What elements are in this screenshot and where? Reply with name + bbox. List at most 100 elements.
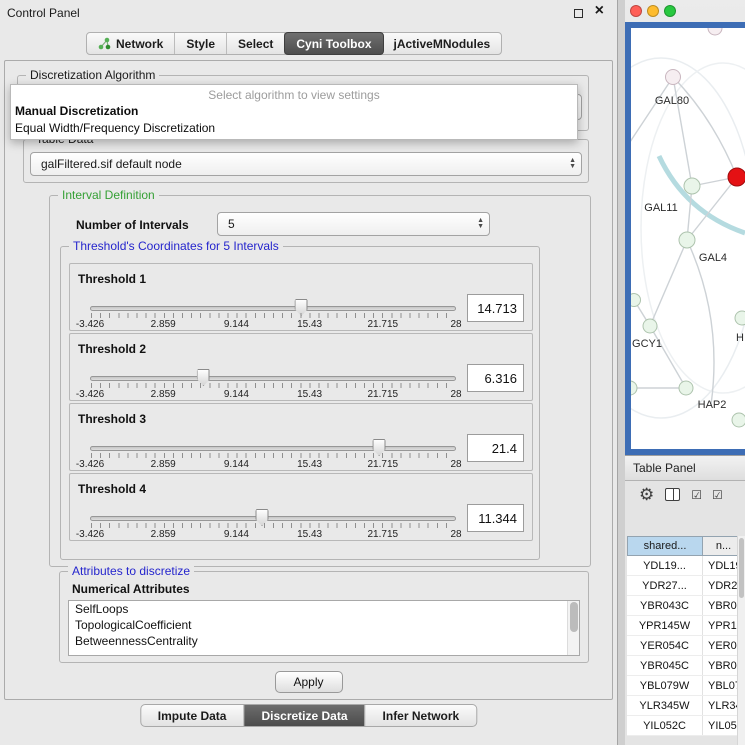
threshold-2-slider[interactable]: -3.4262.8599.14415.4321.71528 [90, 368, 456, 400]
tab-discretize-data[interactable]: Discretize Data [244, 705, 365, 726]
number-of-intervals-label: Number of Intervals [76, 218, 189, 232]
close-traffic-icon[interactable] [630, 5, 642, 17]
screen: Control Panel × Network Style Select Cyn… [0, 0, 745, 745]
group-title: Threshold's Coordinates for 5 Intervals [69, 239, 283, 253]
scrollbar-thumb[interactable] [570, 602, 578, 632]
table-data-combobox[interactable]: galFiltered.sif default node ▲▼ [30, 152, 582, 176]
threshold-value-field[interactable]: 6.316 [467, 364, 524, 392]
dropdown-option-equal-width[interactable]: Equal Width/Frequency Discretization [11, 120, 577, 137]
table-cell[interactable]: YBR043C [627, 596, 703, 615]
table-cell[interactable]: YBR045C [627, 656, 703, 675]
threshold-1-slider[interactable]: -3.4262.8599.14415.4321.71528 [90, 298, 456, 330]
dropdown-option-manual-discretization[interactable]: Manual Discretization [11, 103, 577, 120]
scrollbar-thumb[interactable] [739, 538, 744, 598]
close-icon[interactable]: × [595, 2, 604, 20]
slider-track[interactable] [90, 306, 456, 311]
tab-label: Style [186, 37, 215, 51]
network-icon [98, 37, 111, 50]
list-scrollbar[interactable] [567, 601, 579, 655]
threshold-value-field[interactable]: 14.713 [467, 294, 524, 322]
algorithm-dropdown-popup: Select algorithm to view settings Manual… [10, 84, 578, 140]
network-node-hap2[interactable] [679, 381, 693, 395]
select-all-check-icon[interactable]: ☑ [691, 489, 701, 501]
table-panel: ⚙ ☑ ☑ shared... n... YDL19...YDL19... YD… [625, 481, 745, 745]
threshold-label: Threshold 3 [78, 412, 146, 426]
network-node-gal11[interactable] [684, 178, 700, 194]
network-node-selected-red[interactable] [728, 168, 745, 186]
table-cell[interactable]: YPR145W [627, 616, 703, 635]
threshold-3-block: Threshold 3 -3.4262.8599.14415.4321.7152… [69, 403, 533, 471]
select-none-check-icon[interactable]: ☑ [712, 489, 722, 501]
node-label-gal11: GAL11 [644, 202, 677, 214]
threshold-value-field[interactable]: 21.4 [467, 434, 524, 462]
table-scrollbar[interactable] [737, 536, 745, 745]
table-row[interactable]: YIL052CYIL052C [627, 716, 745, 736]
tab-cyni-toolbox[interactable]: Cyni Toolbox [284, 32, 383, 55]
minimize-traffic-icon[interactable] [647, 5, 659, 17]
group-title: Discretization Algorithm [26, 68, 159, 82]
table-cell[interactable]: YDL19... [627, 556, 703, 575]
table-row[interactable]: YBL079WYBL079W [627, 676, 745, 696]
table-row[interactable]: YBR043CYBR043C [627, 596, 745, 616]
threshold-3-slider[interactable]: -3.4262.8599.14415.4321.71528 [90, 438, 456, 470]
table-row[interactable]: YER054CYER054C [627, 636, 745, 656]
zoom-traffic-icon[interactable] [664, 5, 676, 17]
table-cell[interactable]: YIL052C [627, 716, 703, 735]
threshold-4-slider[interactable]: -3.4262.8599.14415.4321.71528 [90, 508, 456, 540]
group-title: Attributes to discretize [68, 564, 194, 578]
table-row[interactable]: YLR345WYLR345W [627, 696, 745, 716]
gear-icon[interactable]: ⚙ [639, 486, 654, 503]
window-traffic-lights [630, 5, 676, 17]
network-node[interactable] [735, 311, 745, 325]
table-cell[interactable]: YBL079W [627, 676, 703, 695]
numerical-attributes-label: Numerical Attributes [72, 582, 190, 596]
network-node[interactable] [732, 413, 745, 427]
slider-track[interactable] [90, 516, 456, 521]
dropdown-hint: Select algorithm to view settings [11, 85, 577, 103]
slider-ticks [91, 313, 455, 318]
number-of-intervals-combobox[interactable]: 5 ▲▼ [217, 212, 490, 236]
combo-arrows-icon: ▲▼ [569, 158, 576, 170]
threshold-value-field[interactable]: 11.344 [467, 504, 524, 532]
combo-arrows-icon: ▲▼ [477, 218, 484, 230]
threshold-label: Threshold 1 [78, 272, 146, 286]
network-node-gal80[interactable] [666, 70, 681, 85]
table-cell[interactable]: YDR27... [627, 576, 703, 595]
numerical-attributes-list[interactable]: SelfLoops TopologicalCoefficient Between… [68, 600, 580, 656]
network-node[interactable] [708, 28, 722, 35]
tab-jactivemodules[interactable]: jActiveMNodules [383, 33, 502, 54]
network-node-gal4[interactable] [679, 232, 695, 248]
cyni-panel: Discretization Algorithm ▲▼ Table Data g… [4, 60, 613, 700]
table-panel-header: Table Panel [625, 455, 745, 481]
tab-impute-data[interactable]: Impute Data [141, 705, 245, 726]
interval-definition-group: Interval Definition Number of Intervals … [49, 195, 591, 567]
table-row[interactable]: YDL19...YDL19... [627, 556, 745, 576]
table-row[interactable]: YBR045CYBR045C [627, 656, 745, 676]
apply-button[interactable]: Apply [275, 671, 343, 693]
threshold-1-block: Threshold 1 -3.4262.8599.14415.4321.7152… [69, 263, 533, 331]
tab-select[interactable]: Select [227, 33, 285, 54]
tab-network[interactable]: Network [87, 33, 175, 54]
group-title: Interval Definition [58, 188, 159, 202]
list-item[interactable]: BetweennessCentrality [69, 633, 579, 649]
list-item[interactable]: TopologicalCoefficient [69, 617, 579, 633]
slider-track[interactable] [90, 446, 456, 451]
table-cell[interactable]: YER054C [627, 636, 703, 655]
network-node[interactable] [631, 294, 641, 307]
tab-infer-network[interactable]: Infer Network [366, 705, 477, 726]
network-node[interactable] [631, 381, 637, 395]
float-window-icon[interactable] [574, 9, 583, 18]
table-row[interactable]: YDR27...YDR27... [627, 576, 745, 596]
tab-style[interactable]: Style [175, 33, 227, 54]
slider-ticks [91, 523, 455, 528]
column-header-shared-name[interactable]: shared... [627, 536, 703, 556]
list-item[interactable]: SelfLoops [69, 601, 579, 617]
table-cell[interactable]: YLR345W [627, 696, 703, 715]
threshold-label: Threshold 2 [78, 342, 146, 356]
slider-track[interactable] [90, 376, 456, 381]
network-canvas[interactable]: GAL80 GAL11 GAL4 GCY1 HAP2 H [631, 28, 745, 449]
columns-icon[interactable] [665, 488, 680, 501]
network-node-gcy1[interactable] [643, 319, 657, 333]
tab-label: Select [238, 37, 273, 51]
table-row[interactable]: YPR145WYPR145W [627, 616, 745, 636]
